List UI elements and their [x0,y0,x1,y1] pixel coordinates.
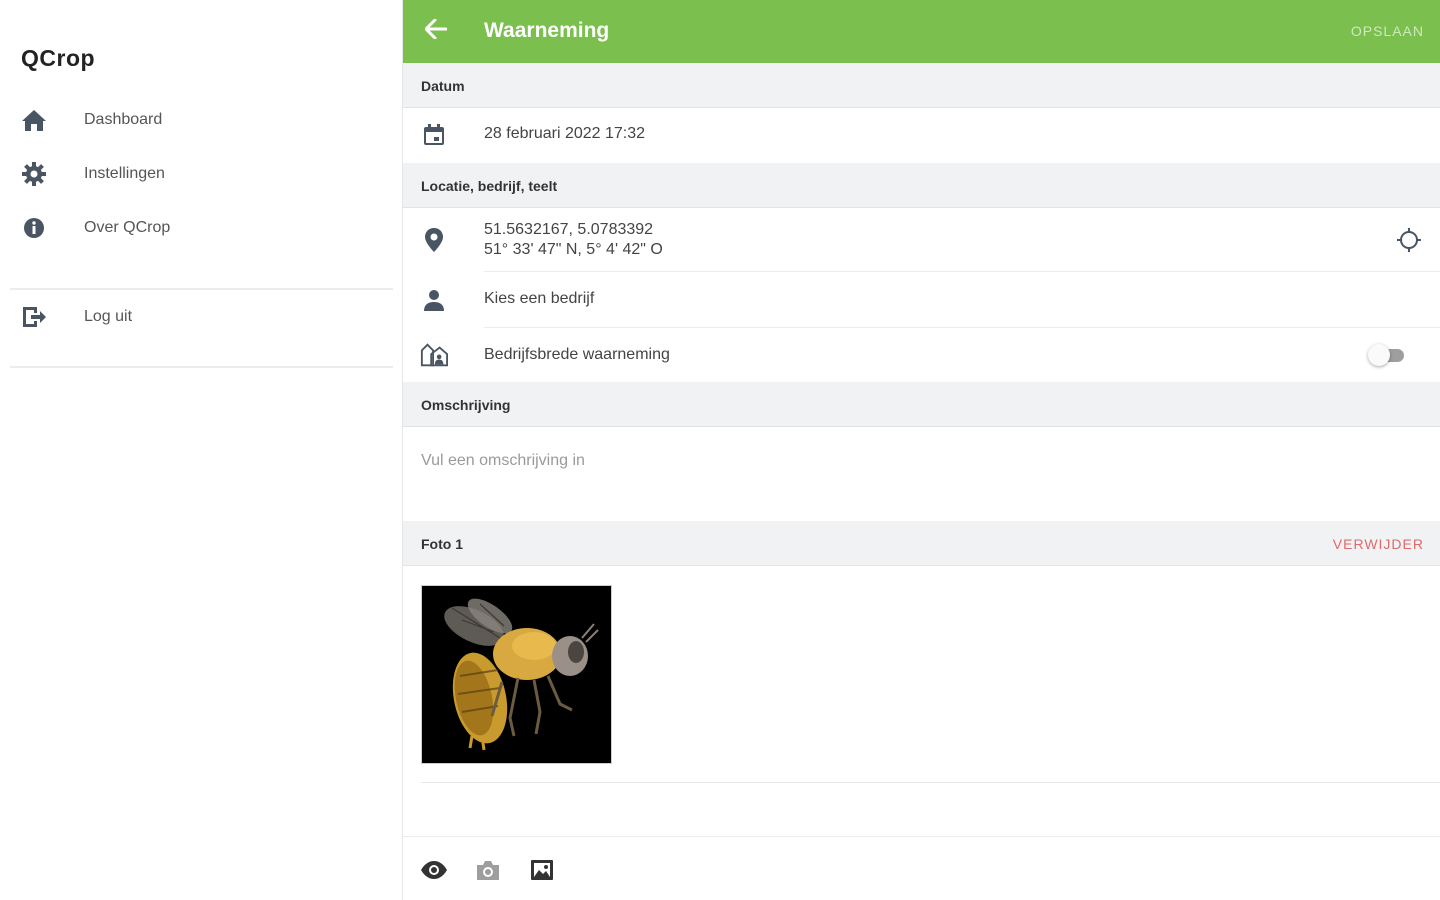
photo-thumbnail[interactable] [421,585,612,764]
sidebar-item-dashboard[interactable]: Dashboard [0,95,403,145]
section-header-description: Omschrijving [403,382,1440,427]
photo-divider [421,782,1440,783]
app-title: QCrop [21,45,96,71]
company-wide-label: Bedrijfsbrede waarneming [484,346,670,363]
section-title: Datum [421,78,465,94]
section-title: Locatie, bedrijf, teelt [421,178,558,194]
section-header-photo: Foto 1 VERWIJDER [403,521,1440,566]
company-row[interactable]: Kies een bedrijf [403,273,1440,327]
sidebar-item-label: Log uit [84,308,133,325]
description-input[interactable] [421,446,1421,476]
sidebar-item-logout[interactable]: Log uit [0,292,403,342]
gear-icon [20,160,48,188]
section-header-location: Locatie, bedrijf, teelt [403,163,1440,208]
sidebar: QCrop Dashboard Instellingen Over QCrop … [0,0,403,900]
row-divider [484,271,1440,272]
gps-locate-icon[interactable] [1395,226,1423,254]
location-row[interactable]: 51.5632167, 5.0783392 51° 33' 47" N, 5° … [403,209,1440,271]
sidebar-item-label: Instellingen [84,165,165,182]
company-wide-toggle[interactable] [1368,344,1410,366]
eye-icon[interactable] [419,855,449,885]
map-pin-icon [420,226,448,254]
sidebar-item-settings[interactable]: Instellingen [0,149,403,199]
section-header-date: Datum [403,63,1440,108]
home-icon [20,106,48,134]
page-title: Waarneming [484,19,610,42]
bee-photo [422,586,611,763]
logout-icon [20,303,48,331]
farm-building-icon [420,341,448,369]
person-icon [420,286,448,314]
bottom-toolbar [403,836,1440,900]
camera-icon[interactable] [473,855,503,885]
toggle-knob [1368,344,1390,366]
coordinates-value: 51.5632167, 5.0783392 [484,221,654,238]
sidebar-divider [10,288,393,290]
sidebar-item-about[interactable]: Over QCrop [0,203,403,253]
date-row[interactable]: 28 februari 2022 17:32 [403,109,1440,161]
arrow-left-icon [424,18,448,44]
info-icon [20,214,48,242]
company-wide-row: Bedrijfsbrede waarneming [403,329,1440,381]
calendar-icon [420,121,448,149]
company-select: Kies een bedrijf [484,290,595,307]
row-divider [484,327,1440,328]
observation-form: Datum 28 februari 2022 17:32 Locatie, be… [403,63,1440,900]
date-value: 28 februari 2022 17:32 [484,125,646,142]
gallery-icon[interactable] [527,855,557,885]
sidebar-item-label: Over QCrop [84,219,171,236]
sidebar-item-label: Dashboard [84,111,163,128]
delete-photo-button[interactable]: VERWIJDER [1333,536,1424,552]
coordinates-dms: 51° 33' 47" N, 5° 4' 42" O [484,241,663,258]
section-title: Omschrijving [421,397,511,413]
app-header: Waarneming OPSLAAN [403,0,1440,63]
sidebar-divider [10,366,393,368]
section-title: Foto 1 [421,536,463,552]
back-button[interactable] [419,14,453,48]
save-button[interactable]: OPSLAAN [1351,23,1424,39]
app: QCrop Dashboard Instellingen Over QCrop … [0,0,1440,900]
